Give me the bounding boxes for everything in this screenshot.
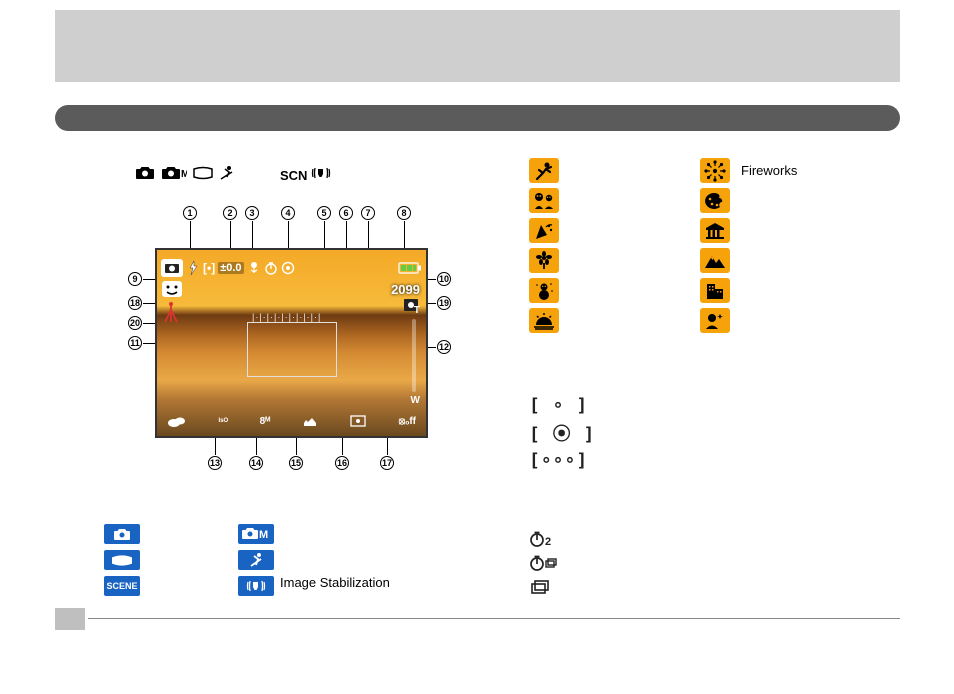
callout-16: 16	[335, 456, 349, 470]
kids-icon	[529, 188, 559, 213]
focus-frame	[247, 322, 337, 377]
af-spot-icon: [ ∘ ]	[529, 395, 595, 416]
camera-icon	[135, 166, 155, 180]
callout-18: 18	[128, 296, 142, 310]
callout-12: 12	[437, 340, 451, 354]
lcd-top-overlay: [•] ±0.0	[161, 254, 422, 282]
face-icon	[161, 280, 183, 298]
macro-icon	[247, 261, 261, 275]
zoom-t-label: T	[414, 305, 420, 316]
wb-icon	[167, 414, 187, 428]
shots-remaining: 2099	[391, 282, 420, 297]
manual-mode-icon: M	[238, 524, 274, 544]
af-area-icons: [ ∘ ] [ ⦿ ] [∘∘∘]	[529, 395, 595, 471]
lcd-bottom-overlay: ᴵˢᴼ 8ᴹ ⦻ₒff	[167, 410, 416, 432]
drive-mode-icons: 2	[529, 530, 557, 596]
mode-camera-icon	[161, 259, 183, 277]
zoom-bar: T W	[406, 305, 420, 406]
af-center-icon: [ ⦿ ]	[529, 420, 595, 446]
timer-burst-icon	[529, 554, 557, 572]
callout-5: 5	[317, 206, 331, 220]
flash-icon	[186, 260, 200, 276]
callout-13: 13	[208, 456, 222, 470]
scene-icons-column-2	[700, 158, 730, 333]
timer-icon	[264, 261, 278, 275]
sunset-icon	[529, 308, 559, 333]
mode-row: M	[135, 165, 235, 181]
callout-10: 10	[437, 272, 451, 286]
snowman-icon	[529, 278, 559, 303]
panorama-mode-icon	[104, 550, 140, 570]
callout-6: 6	[339, 206, 353, 220]
callout-9: 9	[128, 272, 142, 286]
page-number-box	[55, 608, 85, 630]
scn-label: SCN	[280, 168, 307, 183]
af-multi-icon: [∘∘∘]	[529, 450, 595, 471]
fireworks-icon	[700, 158, 730, 183]
skier-icon	[219, 165, 235, 181]
callout-19: 19	[437, 296, 451, 310]
running-icon	[529, 158, 559, 183]
palette-icon	[700, 188, 730, 213]
iso-indicator: ᴵˢᴼ	[218, 416, 228, 426]
callout-3: 3	[245, 206, 259, 220]
scene-icons-column-1	[529, 158, 559, 333]
mountain-icon	[700, 248, 730, 273]
svg-text:M: M	[181, 169, 187, 180]
hand-shake-icon	[310, 165, 332, 181]
auto-mode-icon	[104, 524, 140, 544]
callout-17: 17	[380, 456, 394, 470]
callout-8: 8	[397, 206, 411, 220]
callout-20: 20	[128, 316, 142, 330]
metering-icon: [•]	[203, 261, 215, 275]
ev-indicator: ±0.0	[218, 262, 243, 274]
section-title-bar	[55, 105, 900, 131]
scene-mode-icon: SCENE	[104, 576, 140, 596]
mode-icon-column-left: SCENE	[104, 524, 140, 596]
camera-m-icon: M	[161, 166, 187, 180]
museum-icon	[700, 218, 730, 243]
stabilization-mode-icon	[238, 576, 274, 596]
timer-2s-icon: 2	[529, 530, 557, 548]
sport-mode-icon	[238, 550, 274, 570]
mode-icon-column-right: M	[238, 524, 274, 596]
svg-text:2: 2	[545, 536, 551, 548]
svg-text:M: M	[259, 529, 268, 541]
callout-14: 14	[249, 456, 263, 470]
exposure-scale: |·|·|·|·|·|·|·|·|·|	[252, 312, 321, 322]
macro-flower-icon	[529, 248, 559, 273]
building-icon	[700, 278, 730, 303]
af-area-icon	[349, 414, 367, 428]
fireworks-label: Fireworks	[741, 163, 797, 178]
night-portrait-icon	[700, 308, 730, 333]
size-indicator: 8ᴹ	[260, 416, 271, 427]
stabilizer-off-icon: ⦻ₒff	[399, 416, 416, 427]
callout-4: 4	[281, 206, 295, 220]
callout-7: 7	[361, 206, 375, 220]
iso-icon	[281, 261, 295, 275]
image-stabilization-label: Image Stabilization	[280, 575, 390, 590]
callout-2: 2	[223, 206, 237, 220]
continuous-icon	[529, 578, 557, 596]
page-header-bar	[55, 10, 900, 82]
callout-11: 11	[128, 336, 142, 350]
party-icon	[529, 218, 559, 243]
camera-lcd-preview: [•] ±0.0 2099 |·|·|·|·|·|·|·|·|·| T W ᴵˢ…	[155, 248, 428, 438]
tripod-icon	[161, 302, 181, 324]
panorama-icon	[193, 166, 213, 180]
quality-icon	[302, 414, 318, 428]
footer-rule	[88, 618, 900, 619]
callout-1: 1	[183, 206, 197, 220]
battery-icon	[398, 262, 422, 274]
callout-15: 15	[289, 456, 303, 470]
zoom-w-label: W	[411, 395, 420, 406]
